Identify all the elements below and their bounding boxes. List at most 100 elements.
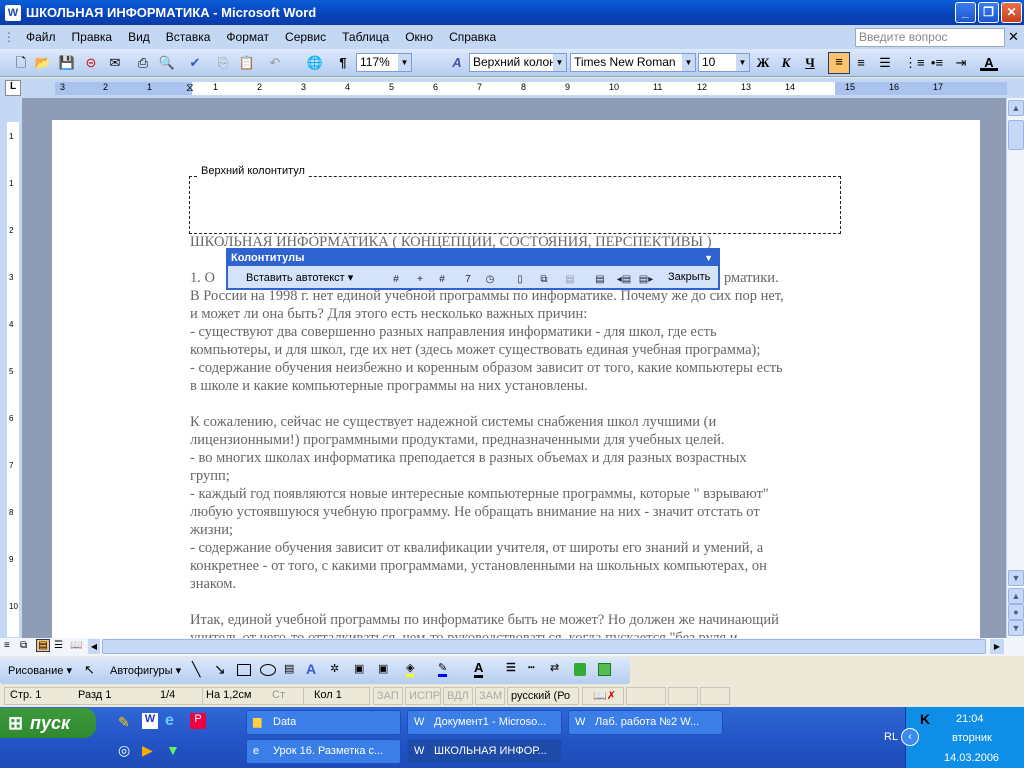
- switch-header-footer-icon[interactable]: ▤: [592, 272, 608, 288]
- save-icon[interactable]: 💾: [58, 54, 76, 72]
- media-player-icon[interactable]: ▶: [142, 742, 153, 759]
- scroll-left-button[interactable]: ◀: [88, 639, 100, 654]
- help-question-input[interactable]: Введите вопрос: [855, 28, 1005, 47]
- numbering-icon[interactable]: ⋮≡: [904, 54, 925, 72]
- arrow-style-icon[interactable]: ⇄: [550, 661, 559, 674]
- menu-edit[interactable]: Правка: [64, 30, 121, 44]
- ie-quicklaunch-icon[interactable]: e: [165, 712, 174, 730]
- outline-view-icon[interactable]: ☰: [54, 640, 63, 651]
- show-hide-text-icon[interactable]: ⧉: [536, 272, 552, 288]
- line-color-icon[interactable]: ✎: [438, 661, 448, 677]
- close-button[interactable]: ✕: [1001, 2, 1022, 23]
- previous-page-button[interactable]: ▲: [1008, 588, 1024, 604]
- select-objects-icon[interactable]: ↖: [84, 662, 95, 678]
- language-indicator[interactable]: RL: [884, 731, 898, 743]
- scroll-thumb[interactable]: [1008, 120, 1024, 150]
- picture-icon[interactable]: ▣: [378, 662, 388, 675]
- undo-icon[interactable]: ↶: [266, 54, 284, 72]
- page-count-icon[interactable]: +: [412, 272, 428, 288]
- bold-button[interactable]: Ж: [754, 54, 772, 72]
- menu-table[interactable]: Таблица: [334, 30, 397, 44]
- status-rec[interactable]: ЗАП: [373, 687, 403, 705]
- powerpoint-quicklaunch-icon[interactable]: P: [190, 713, 206, 729]
- taskbar-button-document1[interactable]: W Документ1 - Microso...: [407, 710, 562, 735]
- maximize-button[interactable]: ❐: [978, 2, 999, 23]
- scroll-up-button[interactable]: ▲: [1008, 100, 1024, 116]
- word-quicklaunch-icon[interactable]: W: [142, 713, 158, 729]
- spelling-icon[interactable]: ✔: [186, 54, 204, 72]
- new-icon[interactable]: 🗋: [12, 54, 30, 72]
- align-left-button[interactable]: ≡: [828, 52, 850, 74]
- clock-time[interactable]: 21:04: [956, 713, 984, 725]
- fill-color-icon[interactable]: ◈: [406, 661, 415, 677]
- arrow-icon[interactable]: ↘: [214, 661, 226, 678]
- antivirus-icon[interactable]: K: [920, 711, 930, 727]
- status-language[interactable]: русский (Ро: [507, 687, 579, 705]
- network-icon[interactable]: ▼: [166, 742, 180, 758]
- vertical-scrollbar[interactable]: ▲ ▼ ▲ ● ▼: [1006, 98, 1024, 638]
- clipart-icon[interactable]: ▣: [354, 662, 364, 675]
- bullets-icon[interactable]: •≡: [928, 54, 946, 72]
- print-icon[interactable]: ⎙: [134, 54, 152, 72]
- status-overtype[interactable]: ЗАМ: [475, 687, 505, 705]
- next-page-button[interactable]: ▼: [1008, 620, 1024, 636]
- permission-icon[interactable]: ⊝: [82, 54, 100, 72]
- normal-view-icon[interactable]: ≡: [4, 640, 10, 651]
- start-button[interactable]: ⊞ пуск: [0, 708, 96, 738]
- menu-file[interactable]: Файл: [18, 30, 64, 44]
- header-region[interactable]: [189, 176, 841, 234]
- status-extend[interactable]: ВДЛ: [443, 687, 473, 705]
- toolbar-options-icon[interactable]: ▼: [704, 250, 718, 266]
- style-select[interactable]: Верхний колонт ▼: [469, 53, 567, 72]
- paste-icon[interactable]: 📋: [238, 54, 256, 72]
- menu-tools[interactable]: Сервис: [277, 30, 334, 44]
- minimize-button[interactable]: _: [955, 2, 976, 23]
- page-setup-icon[interactable]: ▯: [512, 272, 528, 288]
- menu-grip[interactable]: ⋮: [0, 30, 18, 44]
- outlook-quicklaunch-icon[interactable]: ◎: [118, 742, 130, 759]
- menu-help[interactable]: Справка: [441, 30, 504, 44]
- shadow-icon[interactable]: [574, 663, 586, 676]
- copy-icon[interactable]: ⎘: [214, 54, 232, 72]
- indent-marker[interactable]: ⧖: [186, 82, 194, 95]
- align-center-button[interactable]: ≡: [852, 54, 870, 72]
- 3d-icon[interactable]: [598, 663, 611, 676]
- status-track[interactable]: ИСПР: [405, 687, 441, 705]
- line-style-icon[interactable]: ☰: [506, 661, 516, 674]
- diagram-icon[interactable]: ✲: [330, 662, 339, 675]
- taskbar-button-data[interactable]: ▆ Data: [246, 710, 401, 735]
- font-size-select[interactable]: 10 ▼: [698, 53, 750, 72]
- taskbar-button-active[interactable]: W ШКОЛЬНАЯ ИНФОР...: [407, 739, 562, 764]
- menu-insert[interactable]: Вставка: [158, 30, 219, 44]
- font-color-icon[interactable]: A: [980, 54, 998, 71]
- document-page[interactable]: Верхний колонтитул ШКОЛЬНАЯ ИНФОРМАТИКА …: [52, 120, 980, 638]
- scroll-down-button[interactable]: ▼: [1008, 570, 1024, 586]
- tab-stop-selector[interactable]: L: [5, 80, 21, 96]
- menu-format[interactable]: Формат: [218, 30, 277, 44]
- rectangle-icon[interactable]: [237, 664, 251, 676]
- print-layout-view-icon[interactable]: ▤: [36, 639, 50, 652]
- oval-icon[interactable]: [260, 664, 276, 676]
- scroll-right-button[interactable]: ▶: [990, 639, 1004, 654]
- reading-view-icon[interactable]: 📖: [70, 640, 82, 651]
- format-page-number-icon[interactable]: #: [434, 272, 450, 288]
- horizontal-scroll-thumb[interactable]: [102, 639, 986, 654]
- time-icon[interactable]: ◷: [482, 272, 498, 288]
- drawing-menu-button[interactable]: Рисование ▾: [8, 664, 72, 677]
- justify-button[interactable]: ☰: [876, 54, 894, 72]
- styles-icon[interactable]: A: [448, 54, 466, 72]
- quicklaunch-icon[interactable]: ✎: [118, 714, 130, 731]
- select-browse-object-button[interactable]: ●: [1008, 604, 1024, 620]
- close-header-footer-button[interactable]: Закрыть: [668, 271, 710, 283]
- textbox-icon[interactable]: ▤: [284, 662, 294, 675]
- taskbar-button-lesson[interactable]: e Урок 16. Разметка с...: [246, 739, 401, 764]
- italic-button[interactable]: К: [777, 54, 795, 72]
- hyperlink-icon[interactable]: 🌐: [306, 54, 324, 72]
- email-icon[interactable]: ✉: [106, 54, 124, 72]
- pilcrow-icon[interactable]: ¶: [334, 54, 352, 72]
- menu-window[interactable]: Окно: [397, 30, 441, 44]
- line-icon[interactable]: ╲: [192, 661, 200, 678]
- menu-view[interactable]: Вид: [120, 30, 158, 44]
- show-hidden-icons-button[interactable]: ‹: [901, 728, 919, 746]
- show-next-icon[interactable]: ▤▸: [638, 272, 654, 288]
